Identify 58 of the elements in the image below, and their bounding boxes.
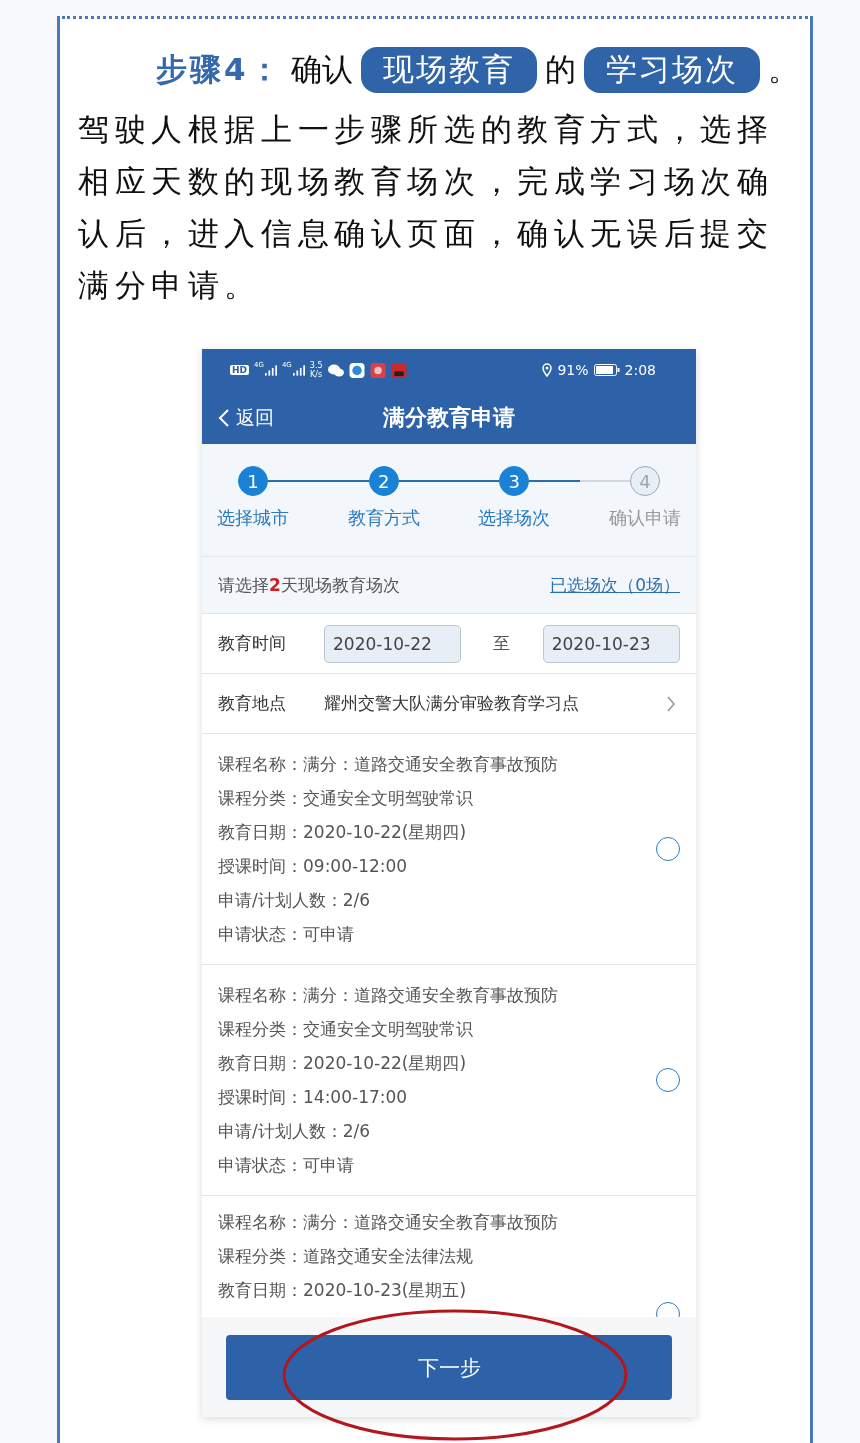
session-card[interactable]: 课程名称：满分：道路交通安全教育事故预防 课程分类：交通安全文明驾驶常识 教育日期：2020-10-22(星期四) 授课时间：09:00-12:00 申请/计划人数：2/6 申请状态：可申请 <box>202 734 696 965</box>
heading-text: 的 <box>544 50 576 89</box>
session-detail: 课程名称：满分：道路交通安全教育事故预防 <box>218 984 559 1007</box>
app-icon <box>348 362 365 378</box>
field-label: 教育时间 <box>218 632 287 655</box>
heading-text: 。 <box>767 50 799 89</box>
instruction-paragraph: 驾驶人根据上一步骤所选的教育方式，选择相应天数的现场教育场次，完成学习场次确认后，进入信息确认页面，确认无误后提交满分申请。 <box>78 110 775 305</box>
back-chevron-icon <box>218 407 230 428</box>
chat-icon <box>327 362 344 378</box>
step-number: 1 <box>238 466 268 496</box>
network-speed: 3.5 K/s <box>309 361 323 379</box>
step-label: 教育方式 <box>347 506 420 530</box>
hd-badge: HD <box>230 365 249 375</box>
session-detail: 课程名称：满分：道路交通安全教育事故预防 <box>218 753 559 776</box>
step-label: 确认申请 <box>609 506 681 530</box>
page-title: 满分教育申请 <box>383 403 515 432</box>
battery-percent: 91% <box>557 362 589 378</box>
highlight-tag: 现场教育 <box>360 47 537 93</box>
session-detail: 申请状态：可申请 <box>218 1154 355 1177</box>
session-detail: 课程分类：交通安全文明驾驶常识 <box>218 787 474 810</box>
step-number: 2 <box>368 466 399 496</box>
location-icon <box>542 363 553 377</box>
session-card[interactable]: 课程名称：满分：道路交通安全教育事故预防 课程分类：交通安全文明驾驶常识 教育日期：2020-10-22(星期四) 授课时间：14:00-17:00 申请/计划人数：2/6 申请状态：可申请 <box>202 965 696 1196</box>
selected-sessions-link[interactable]: 已选场次（0场） <box>550 573 680 597</box>
range-separator: 至 <box>492 632 512 655</box>
chevron-right-icon <box>666 694 676 713</box>
signal-icon <box>264 364 277 376</box>
signal-icon <box>292 364 305 376</box>
session-detail: 课程名称：满分：道路交通安全教育事故预防 <box>218 1211 559 1234</box>
step-number: 4 <box>630 466 660 496</box>
clock-time: 2:08 <box>624 362 656 378</box>
end-date-field[interactable]: 2020-10-23 <box>542 624 680 663</box>
heading-text: 确认 <box>290 50 353 89</box>
session-detail: 申请/计划人数：2/6 <box>218 1120 372 1143</box>
location-value: 耀州交警大队满分审验教育学习点 <box>324 692 580 715</box>
location-row[interactable]: 教育地点 耀州交警大队满分审验教育学习点 <box>202 674 696 734</box>
field-label: 教育地点 <box>218 692 287 715</box>
session-detail: 课程分类：道路交通安全法律法规 <box>218 1245 474 1268</box>
start-date-field[interactable]: 2020-10-22 <box>324 624 462 663</box>
battery-icon <box>593 364 620 376</box>
session-detail: 教育日期：2020-10-22(星期四) <box>218 1052 468 1075</box>
session-detail: 教育日期：2020-10-22(星期四) <box>218 821 468 844</box>
step-label: 选择城市 <box>217 506 289 530</box>
session-detail: 申请状态：可申请 <box>218 923 355 946</box>
step-label: 选择场次 <box>478 506 551 530</box>
step-number: 3 <box>499 466 530 496</box>
session-detail: 教育日期：2020-10-23(星期五) <box>218 1279 468 1302</box>
back-button[interactable]: 返回 <box>218 404 274 431</box>
app-icon <box>390 362 407 378</box>
session-detail: 授课时间：09:00-12:00 <box>218 855 409 878</box>
app-icon <box>369 362 386 378</box>
highlight-tag: 学习场次 <box>583 47 760 93</box>
session-detail: 授课时间：14:00-17:00 <box>218 1086 409 1109</box>
step-heading: 步骤4： <box>156 50 283 89</box>
prompt-text: 请选择2天现场教育场次 <box>218 573 400 597</box>
next-step-button[interactable]: 下一步 <box>226 1335 672 1400</box>
session-detail: 课程分类：交通安全文明驾驶常识 <box>218 1018 474 1041</box>
session-detail: 申请/计划人数：2/6 <box>218 889 372 912</box>
